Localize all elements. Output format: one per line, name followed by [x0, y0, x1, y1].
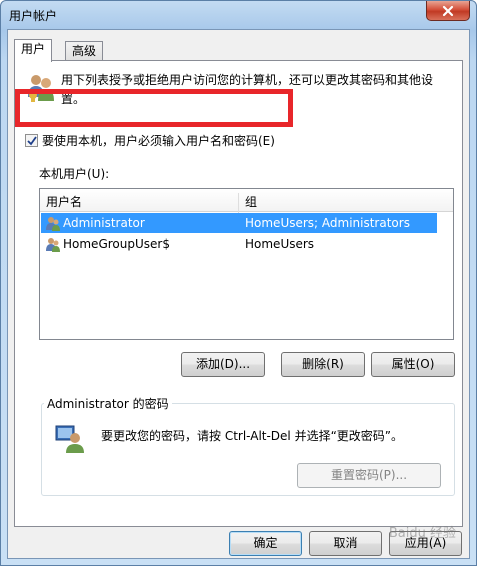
user-icon: [46, 217, 60, 231]
properties-button[interactable]: 属性(O): [371, 352, 455, 377]
table-row[interactable]: HomeGroupUser$ HomeUsers: [41, 234, 437, 254]
checkmark-icon: [27, 136, 37, 146]
column-header-group[interactable]: 组: [245, 193, 257, 210]
red-highlight-box: [15, 89, 293, 127]
ok-button[interactable]: 确定: [229, 531, 302, 556]
password-group-title: Administrator 的密码: [44, 395, 172, 412]
row-group: HomeUsers: [245, 237, 315, 251]
close-x-icon: [442, 5, 454, 16]
users-tab-panel: 用下列表授予或拒绝用户访问您的计算机，还可以更改其密码和其他设置。 要使用本机，…: [14, 60, 463, 527]
close-button[interactable]: [426, 1, 470, 21]
baidu-watermark: Baidu 经验: [388, 526, 456, 541]
row-group: HomeUsers; Administrators: [245, 216, 410, 230]
table-row[interactable]: Administrator HomeUsers; Administrators: [41, 213, 437, 233]
add-user-button[interactable]: 添加(D)...: [181, 352, 265, 377]
column-separator[interactable]: [238, 193, 239, 215]
reset-password-button[interactable]: 重置密码(P)...: [297, 463, 441, 488]
password-instructions: 要更改您的密码，请按 Ctrl-Alt-Del 并选择“更改密码”。: [101, 429, 404, 443]
user-password-icon: [55, 425, 84, 453]
remove-user-button[interactable]: 删除(R): [281, 352, 365, 377]
tab-users[interactable]: 用户: [14, 39, 53, 62]
tab-advanced[interactable]: 高级: [65, 41, 104, 61]
window-title: 用户帐户: [9, 9, 58, 23]
row-username: Administrator: [63, 216, 145, 230]
require-login-row[interactable]: 要使用本机，用户必须输入用户名和密码(E): [25, 132, 275, 149]
cancel-button[interactable]: 取消: [309, 531, 382, 556]
require-login-label: 要使用本机，用户必须输入用户名和密码(E): [42, 134, 275, 148]
list-header: 用户名 组: [40, 189, 453, 215]
title-bar[interactable]: 用户帐户: [1, 1, 476, 29]
list-label: 本机用户(U):: [39, 167, 110, 181]
user-accounts-window: 用户帐户 用户 高级 用下列表授予或拒绝用户访问您的计算机，还可以更改其密码和其…: [0, 0, 477, 566]
user-icon: [46, 238, 60, 252]
require-login-checkbox[interactable]: [25, 134, 38, 147]
column-header-username[interactable]: 用户名: [46, 193, 82, 210]
row-username: HomeGroupUser$: [63, 237, 170, 251]
users-listview[interactable]: 用户名 组 Administrator HomeUsers; Administr…: [39, 188, 454, 340]
